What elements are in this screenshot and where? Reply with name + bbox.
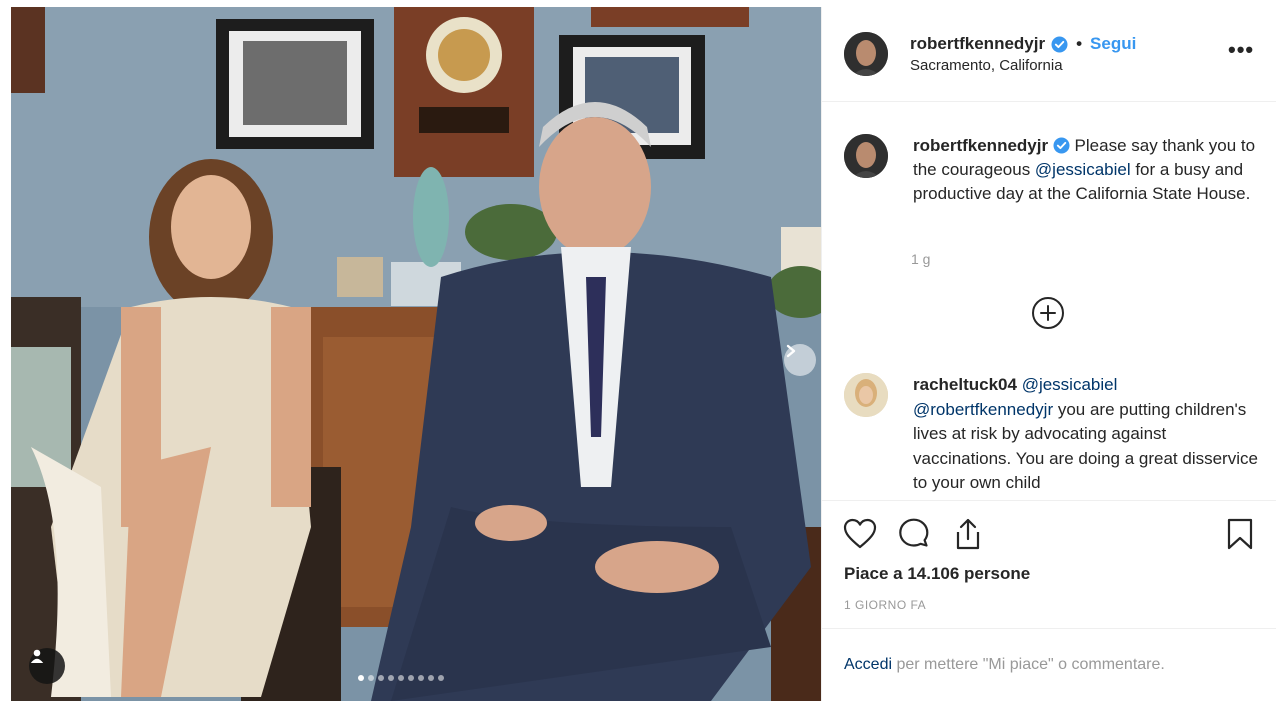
author-avatar[interactable]	[844, 32, 888, 76]
caption-mention[interactable]: @jessicabiel	[1035, 160, 1131, 179]
post-header: robertfkennedyjr • Segui Sacramento, Cal…	[822, 7, 1276, 102]
user-icon	[30, 649, 44, 663]
bookmark-icon	[1227, 518, 1253, 550]
heart-icon	[843, 518, 877, 549]
post-timestamp[interactable]: 1 GIORNO FA	[844, 598, 926, 612]
carousel-dot	[438, 675, 444, 681]
caption-avatar[interactable]	[844, 134, 888, 178]
caption-text: robertfkennedyjr Please say thank you to…	[913, 134, 1258, 206]
comment-button[interactable]	[896, 516, 932, 552]
login-link[interactable]: Accedi	[844, 656, 892, 673]
comment-mention-1[interactable]: @jessicabiel	[1022, 375, 1118, 394]
follow-button[interactable]: Segui	[1090, 34, 1136, 54]
carousel-next-button[interactable]	[784, 344, 816, 376]
share-button[interactable]	[950, 516, 986, 552]
avatar-image	[844, 134, 888, 178]
comment-icon	[899, 518, 929, 547]
location-link[interactable]: Sacramento, California	[910, 57, 1063, 74]
like-button[interactable]	[842, 516, 878, 552]
comment-text: racheltuck04 @jessicabiel @robertfkenned…	[913, 373, 1258, 496]
comments-area: robertfkennedyjr Please say thank you to…	[822, 103, 1276, 503]
carousel-dot	[358, 675, 364, 681]
post-photo[interactable]	[11, 7, 821, 701]
author-username[interactable]: robertfkennedyjr	[910, 34, 1045, 54]
carousel-dot	[428, 675, 434, 681]
carousel-dot	[368, 675, 374, 681]
commenter-avatar[interactable]	[844, 373, 888, 417]
author-line: robertfkennedyjr • Segui	[910, 34, 1136, 54]
carousel-dot	[378, 675, 384, 681]
post-sidebar: robertfkennedyjr • Segui Sacramento, Cal…	[821, 7, 1276, 701]
likes-count[interactable]: Piace a 14.106 persone	[844, 564, 1030, 584]
login-prompt: Accedi per mettere "Mi piace" o commenta…	[822, 628, 1276, 702]
avatar-image	[844, 32, 888, 76]
load-more-comments-button[interactable]	[1032, 297, 1064, 329]
comment-mention-2[interactable]: @robertfkennedyjr	[913, 400, 1053, 419]
carousel-indicator	[358, 675, 444, 681]
login-prompt-text: per mettere "Mi piace" o commentare.	[892, 656, 1165, 673]
caption-timestamp[interactable]: 1 g	[911, 251, 930, 267]
photo-illustration	[11, 7, 821, 701]
carousel-dot	[418, 675, 424, 681]
carousel-dot	[388, 675, 394, 681]
verified-badge-icon	[1051, 36, 1068, 52]
caption-username[interactable]: robertfkennedyjr	[913, 136, 1048, 155]
dot-separator: •	[1076, 34, 1083, 53]
avatar-image	[844, 373, 888, 417]
share-icon	[956, 518, 980, 550]
chevron-right-icon	[786, 344, 796, 358]
carousel-dot	[408, 675, 414, 681]
plus-icon	[1040, 305, 1056, 321]
carousel-dot	[398, 675, 404, 681]
more-options-icon[interactable]: •••	[1228, 37, 1254, 63]
post-actions: Piace a 14.106 persone 1 GIORNO FA Acced…	[822, 500, 1276, 701]
verified-badge-icon	[1053, 137, 1070, 154]
commenter-username[interactable]: racheltuck04	[913, 375, 1017, 394]
tagged-users-button[interactable]	[29, 648, 65, 684]
save-button[interactable]	[1222, 516, 1258, 552]
